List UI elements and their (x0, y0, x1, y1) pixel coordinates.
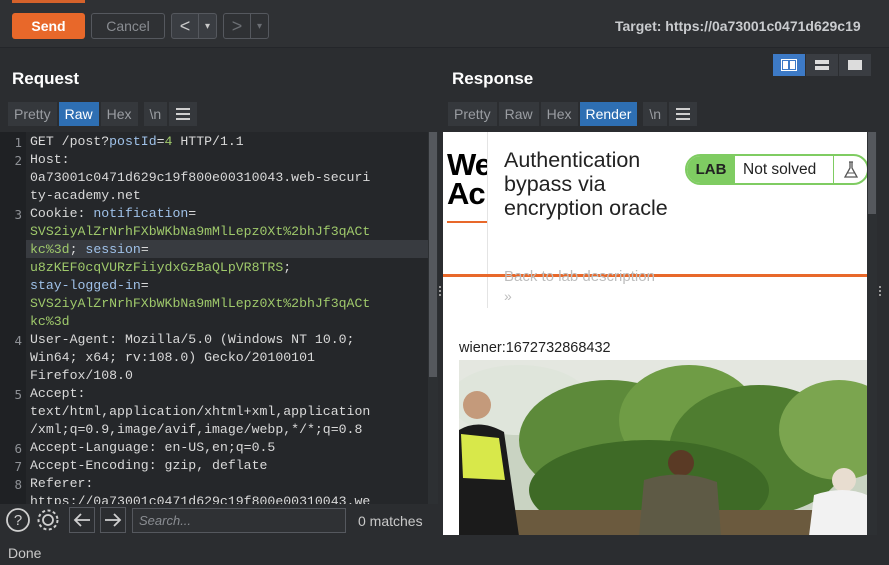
header-user-agent: User-Agent: Mozilla/5.0 (Windows NT 10.0… (30, 332, 355, 347)
tab-pretty[interactable]: Pretty (448, 102, 497, 126)
cookie-stay-logged-in: stay-logged-in= (30, 278, 149, 293)
double-chevron-icon: » (504, 288, 512, 304)
tab-render[interactable]: Render (579, 102, 638, 126)
cookie-stay-logged-in-value-cont: kc%3d (30, 314, 70, 329)
back-to-lab-link[interactable]: Back to lab description (504, 268, 655, 285)
header-host-value-cont: ty-academy.net (30, 188, 141, 203)
history-back-group: < ▾ (171, 13, 217, 39)
username-timestamp: wiener:1672732868432 (459, 340, 611, 356)
lab-status-badge: LAB Not solved (685, 154, 867, 185)
svg-text:?: ? (14, 512, 22, 529)
split-handle[interactable] (438, 284, 442, 298)
header-referer: Referer: (30, 476, 102, 491)
forward-arrow-icon[interactable] (100, 507, 126, 533)
line-number: 8 (14, 477, 22, 492)
top-toolbar: Send Cancel < ▾ > ▾ Target: https://0a73… (0, 0, 889, 48)
line-number: 3 (14, 207, 22, 222)
cookie-notification-value: SVS2iyAlZrNrhFXbWKbNa9mMlLepz0Xt%2bhJf3q… (30, 224, 371, 239)
response-title: Response (452, 69, 534, 88)
tab-pretty[interactable]: Pretty (8, 102, 57, 126)
line-number: 4 (14, 333, 22, 348)
chevron-down-icon[interactable]: ▾ (250, 14, 268, 38)
cancel-button[interactable]: Cancel (91, 13, 165, 39)
back-arrow-icon[interactable]: < (172, 14, 198, 38)
search-match-count: 0 matches (358, 513, 423, 529)
header-accept-language: Accept-Language: en-US,en;q=0.5 (30, 440, 276, 455)
header-host-value: 0a73001c0471d629c19f800e00310043.web-sec… (30, 170, 371, 185)
line-number: 6 (14, 441, 22, 456)
response-tabbar: Pretty Raw Hex Render \n (448, 102, 699, 128)
layout-single-icon[interactable] (839, 54, 871, 76)
help-icon[interactable]: ? (5, 507, 31, 533)
accept-value-cont: /xml;q=0.9,image/avif,image/webp,*/*;q=0… (30, 422, 363, 437)
layout-split-icon[interactable] (773, 54, 805, 76)
user-agent-cont: Win64; x64; rv:108.0) Gecko/20100101 (30, 350, 315, 365)
send-button[interactable]: Send (12, 0, 85, 39)
user-agent-cont2: Firefox/108.0 (30, 368, 133, 383)
request-line: GET /post?postId=4 HTTP/1.1 (30, 134, 244, 149)
tab-newline-toggle[interactable]: \n (143, 102, 168, 126)
request-editor[interactable]: 1 2 3 4 5 6 7 8 GET /post?postId=4 HTTP/… (0, 132, 438, 504)
history-forward-group: > ▾ (223, 13, 269, 39)
menu-icon[interactable] (169, 102, 198, 126)
response-scrollbar[interactable] (867, 132, 877, 535)
lab-title: Authentication bypass via encryption ora… (504, 148, 668, 220)
tab-hex[interactable]: Hex (540, 102, 578, 126)
settings-gear-icon[interactable] (35, 507, 61, 533)
layout-toggle-group (772, 54, 871, 76)
request-scrollbar[interactable] (428, 132, 438, 504)
line-number: 2 (14, 153, 22, 168)
blog-post-image (459, 360, 867, 535)
request-tabbar: Pretty Raw Hex \n (8, 102, 199, 128)
tab-hex[interactable]: Hex (100, 102, 138, 126)
layout-horizontal-icon[interactable] (806, 54, 838, 76)
referer-value: https://0a73001c0471d629c19f800e00310043… (30, 494, 371, 504)
tab-raw[interactable]: Raw (498, 102, 539, 126)
rendered-page[interactable]: We Ac Authentication bypass via encryptio… (443, 132, 867, 535)
header-accept: Accept: (30, 386, 94, 401)
tab-newline-toggle[interactable]: \n (643, 102, 668, 126)
request-title: Request (12, 69, 80, 88)
scrollbar-thumb[interactable] (868, 132, 876, 214)
header-host: Host: (30, 152, 78, 167)
cookie-session-value: u8zKEF0cqVURzFiiydxGzBaQLpVR8TRS; (30, 260, 292, 275)
lab-status-text: Not solved (743, 160, 817, 178)
chevron-down-icon[interactable]: ▾ (198, 14, 216, 38)
status-text: Done (8, 545, 42, 561)
forward-arrow-icon[interactable]: > (224, 14, 250, 38)
split-handle[interactable] (878, 284, 882, 298)
line-number: 1 (14, 135, 22, 150)
cookie-stay-logged-in-value: SVS2iyAlZrNrhFXbWKbNa9mMlLepz0Xt%2bhJf3q… (30, 296, 371, 311)
menu-icon[interactable] (669, 102, 698, 126)
site-logo: We Ac (447, 147, 492, 211)
accept-value: text/html,application/xhtml+xml,applicat… (30, 404, 371, 419)
header-cookie: Cookie: notification= (30, 206, 197, 221)
line-number: 7 (14, 459, 22, 474)
lab-label: LAB (687, 156, 735, 183)
scrollbar-thumb[interactable] (429, 132, 437, 377)
line-number: 5 (14, 387, 22, 402)
search-input[interactable]: Search... (132, 508, 346, 533)
cookie-session-line: kc%3d; session= (30, 242, 149, 257)
logo-underline (447, 221, 487, 223)
tab-raw[interactable]: Raw (58, 102, 99, 126)
header-accept-encoding: Accept-Encoding: gzip, deflate (30, 458, 268, 473)
flask-icon (833, 156, 867, 183)
back-arrow-icon[interactable] (69, 507, 95, 533)
target-url[interactable]: Target: https://0a73001c0471d629c19 (615, 18, 861, 34)
